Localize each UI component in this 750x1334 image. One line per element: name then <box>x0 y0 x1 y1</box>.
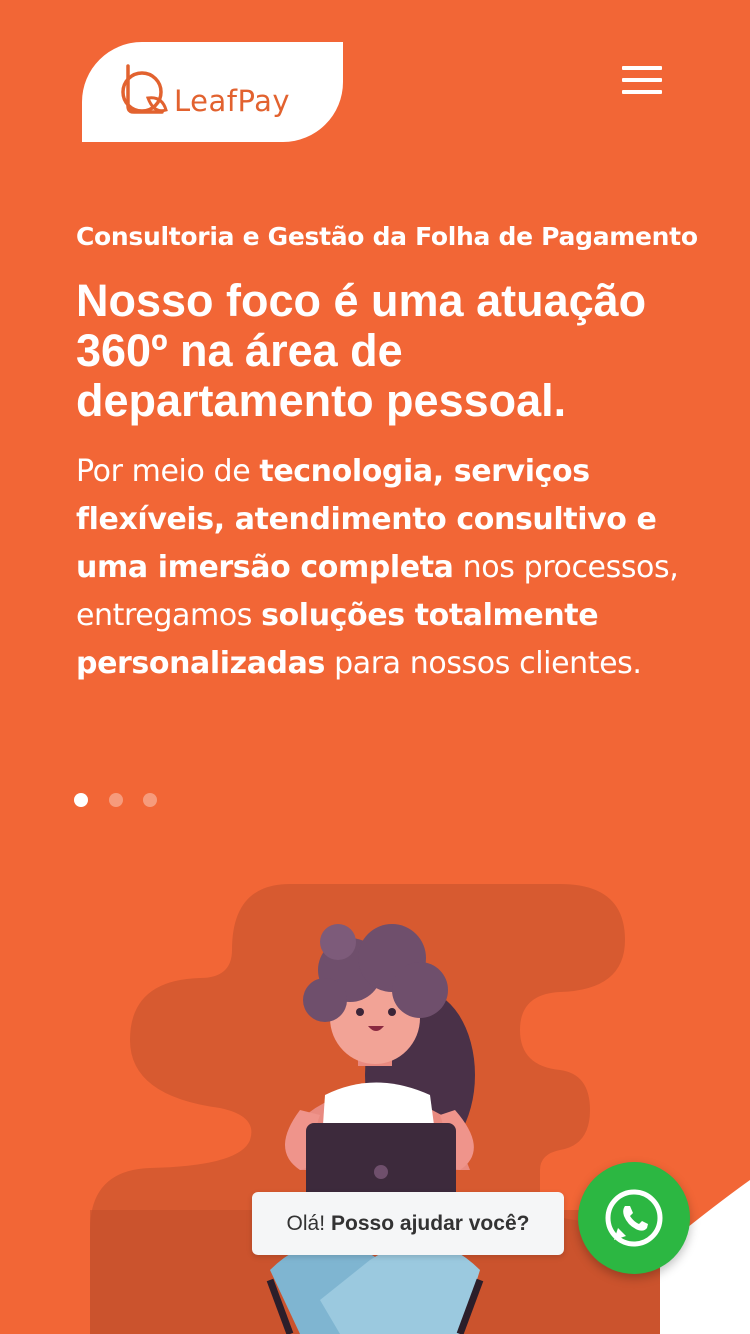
logo[interactable]: LeafPay <box>82 42 343 142</box>
chat-greeting: Olá! <box>286 1211 326 1235</box>
logo-text: LeafPay <box>174 84 291 118</box>
hamburger-menu-icon-bar <box>622 78 662 82</box>
leafpay-logo-icon <box>121 64 168 114</box>
chat-prompt-bubble[interactable]: Olá! Posso ajudar você? <box>252 1192 564 1255</box>
hero-description-text: para nossos clientes. <box>324 646 642 681</box>
chat-prompt: Posso ajudar você? <box>331 1211 530 1235</box>
hamburger-menu-icon-bar <box>622 90 662 94</box>
hero-headline: Nosso foco é uma atuação 360º na área de… <box>76 275 647 426</box>
hero-description: Por meio de tecnologia, serviços flexíve… <box>76 448 686 688</box>
whatsapp-button[interactable] <box>578 1162 690 1274</box>
whatsapp-icon <box>605 1189 663 1247</box>
carousel-dot-1[interactable] <box>74 793 88 807</box>
hamburger-menu-icon <box>622 66 662 70</box>
carousel-dot-3[interactable] <box>143 793 157 807</box>
hero-subtitle: Consultoria e Gestão da Folha de Pagamen… <box>76 222 698 251</box>
hero-description-text: Por meio de <box>76 454 260 489</box>
carousel-dot-2[interactable] <box>109 793 123 807</box>
menu-button[interactable] <box>622 64 664 96</box>
